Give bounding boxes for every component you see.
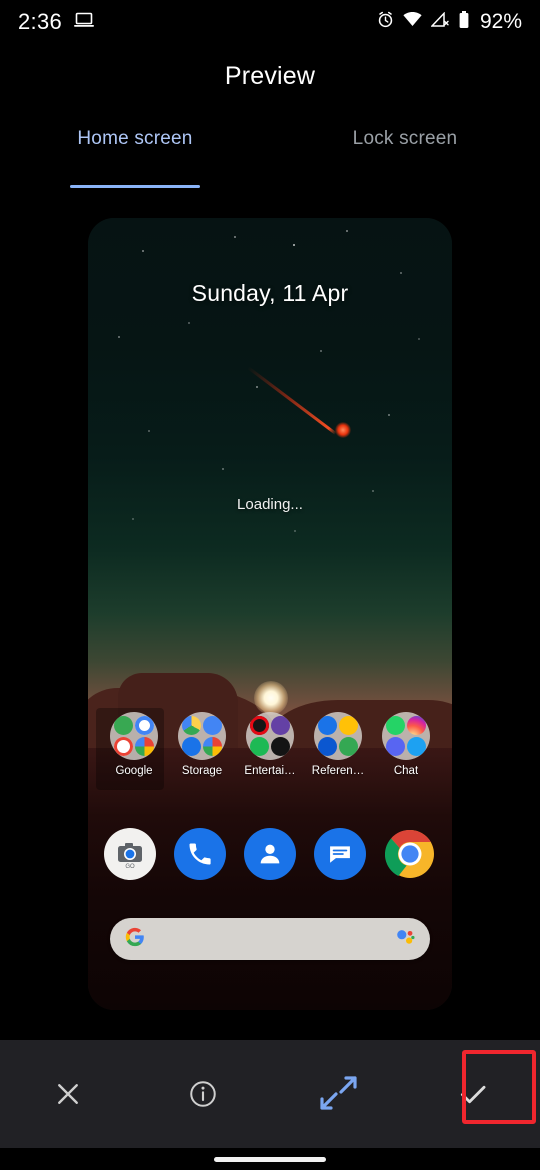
photos-icon xyxy=(203,737,222,756)
folder-icon xyxy=(314,712,362,760)
laptop-cast-icon xyxy=(74,12,95,33)
play-store-icon xyxy=(114,716,133,735)
system-nav-bar xyxy=(0,1148,540,1170)
info-button[interactable] xyxy=(135,1040,270,1148)
instagram-icon xyxy=(407,716,426,735)
meteor-head-icon xyxy=(335,422,351,438)
svg-text:GO: GO xyxy=(125,864,135,870)
home-indicator[interactable] xyxy=(214,1156,326,1162)
apply-button[interactable] xyxy=(405,1040,540,1148)
folder-chat[interactable]: Chat xyxy=(376,712,436,777)
folder-icon xyxy=(382,712,430,760)
messages-icon xyxy=(330,846,350,863)
expand-button[interactable] xyxy=(270,1040,405,1148)
folder-label: Google xyxy=(115,765,153,777)
checkmark-icon xyxy=(460,1085,485,1104)
close-icon xyxy=(57,1084,78,1104)
wallpaper-loading-label: Loading... xyxy=(237,496,303,513)
folder-label: Storage xyxy=(181,765,223,777)
google-assistant-icon[interactable] xyxy=(394,926,416,953)
twitter-icon xyxy=(407,737,426,756)
tab-active-underline xyxy=(70,185,200,188)
contacts-icon xyxy=(260,844,280,864)
battery-icon xyxy=(458,10,470,34)
folder-icon xyxy=(110,712,158,760)
netflix-icon xyxy=(250,716,269,735)
wallpaper-date-widget[interactable]: Sunday, 11 Apr xyxy=(88,280,452,307)
info-icon xyxy=(189,1081,216,1107)
whatsapp-icon xyxy=(386,716,405,735)
spotify-icon xyxy=(250,737,269,756)
wallpaper-preview-card[interactable]: Sunday, 11 Apr Loading... Google Storage xyxy=(88,218,452,1010)
gmail-icon xyxy=(114,737,133,756)
play-books-icon xyxy=(318,737,337,756)
photos-icon xyxy=(135,737,154,756)
google-g-icon xyxy=(135,716,154,735)
dock-app-messages[interactable] xyxy=(314,828,366,880)
mobile-data-off-icon xyxy=(430,11,449,32)
alarm-icon xyxy=(377,11,394,33)
status-bar: 2:36 92% xyxy=(0,0,540,44)
dock-app-camera-go[interactable]: GO xyxy=(104,828,156,880)
keep-icon xyxy=(339,737,358,756)
play-video-icon xyxy=(271,737,290,756)
folder-label: Referen… xyxy=(311,765,365,777)
preview-action-toolbar xyxy=(0,1040,540,1148)
dock-app-contacts[interactable] xyxy=(244,828,296,880)
folder-label: Entertai… xyxy=(244,765,296,777)
folder-label: Chat xyxy=(393,765,419,777)
sun-icon xyxy=(254,681,288,715)
camera-go-icon: GO xyxy=(118,843,142,870)
battery-percent-label: 92% xyxy=(479,10,522,33)
drive-icon xyxy=(182,716,201,735)
folder-icon xyxy=(246,712,294,760)
discord-icon xyxy=(386,737,405,756)
tab-lock-screen[interactable]: Lock screen xyxy=(270,128,540,188)
twitch-icon xyxy=(271,716,290,735)
tab-home-screen[interactable]: Home screen xyxy=(0,128,270,188)
close-button[interactable] xyxy=(0,1040,135,1148)
expand-icon xyxy=(319,1076,357,1110)
page-title: Preview xyxy=(224,62,316,90)
phone-icon xyxy=(189,843,211,865)
status-bar-right: 92% xyxy=(377,10,522,34)
status-bar-clock: 2:36 xyxy=(18,9,63,34)
wifi-icon xyxy=(403,12,422,32)
folder-icon xyxy=(178,712,226,760)
folder-entertainment[interactable]: Entertai… xyxy=(240,712,300,777)
folder-google[interactable]: Google xyxy=(104,712,164,777)
folder-reference[interactable]: Referen… xyxy=(308,712,368,777)
duolingo-icon xyxy=(339,716,358,735)
folder-storage[interactable]: Storage xyxy=(172,712,232,777)
files-icon xyxy=(203,716,222,735)
dock-app-phone[interactable] xyxy=(174,828,226,880)
google-g-icon xyxy=(124,926,146,953)
tab-lock-screen-label: Lock screen xyxy=(352,128,458,149)
drive-backup-icon xyxy=(182,737,201,756)
home-dock: GO xyxy=(104,828,436,880)
preview-tabs: Home screen Lock screen xyxy=(0,128,540,188)
dock-app-chrome[interactable] xyxy=(384,828,436,880)
status-bar-left: 2:36 xyxy=(18,9,95,35)
classroom-icon xyxy=(318,716,337,735)
google-search-bar[interactable] xyxy=(110,918,430,960)
chrome-icon xyxy=(385,829,434,878)
home-folder-row: Google Storage Entertai… Referen… Chat xyxy=(104,712,436,777)
tab-home-screen-label: Home screen xyxy=(77,128,193,149)
